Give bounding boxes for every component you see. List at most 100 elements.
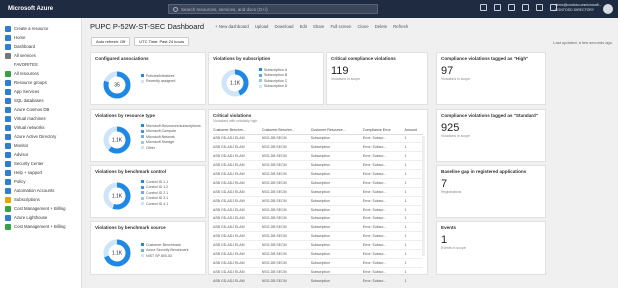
- tile-configured-associations[interactable]: Configured associations 35 Policies/Init…: [90, 52, 206, 105]
- sidebar-item[interactable]: Automation Accounts: [0, 186, 81, 195]
- table-row[interactable]: ASB GD-ADJ ELAM NSG-DB SECM Subscription Er…: [213, 240, 423, 251]
- table-cell: 1: [404, 142, 423, 153]
- scrollbar[interactable]: [422, 136, 425, 256]
- sidebar-item[interactable]: FAVORITES: [0, 60, 81, 69]
- sidebar-item[interactable]: Monitor: [0, 141, 81, 150]
- search-box[interactable]: Search resources, services, and docs (G+…: [168, 4, 378, 14]
- sidebar-item[interactable]: Advisor: [0, 150, 81, 159]
- legend-item: Subscription C: [259, 78, 287, 84]
- sidebar-item[interactable]: Azure Cosmos DB: [0, 105, 81, 114]
- column-header[interactable]: Customer Benchm...: [261, 126, 311, 135]
- table-cell: Subscription: [310, 205, 363, 215]
- sidebar-item[interactable]: All resources: [0, 69, 81, 78]
- sidebar-item[interactable]: Virtual machines: [0, 114, 81, 123]
- sidebar-item[interactable]: All services: [0, 51, 81, 60]
- big-number: 97: [441, 65, 454, 77]
- table-row[interactable]: ASB GD-ADJ ELAM NSG-DB SECM Subscription Er…: [213, 169, 423, 179]
- sidebar-item[interactable]: Help + support: [0, 168, 81, 177]
- table-cell: 1: [404, 214, 423, 224]
- sidebar-item-icon: [5, 133, 11, 140]
- critical-violations-table[interactable]: Critical violations Violations with crit…: [208, 109, 428, 286]
- dashboard-action-button[interactable]: Edit: [300, 24, 307, 29]
- svg-text:1.1K: 1.1K: [112, 138, 123, 144]
- table-row[interactable]: ASB GD-ADJ ELAM NSG-DB SECM Subscription Er…: [213, 151, 423, 162]
- dashboard-action-button[interactable]: + New dashboard: [215, 24, 249, 29]
- table-row[interactable]: ASB GD-ADJ ELAM NSG-DB SECM Subscription Er…: [213, 187, 423, 197]
- table-cell: Subscription: [310, 258, 363, 268]
- table-row[interactable]: ASB GD-ADJ ELAM NSG-DB SECM Subscription Er…: [213, 258, 423, 268]
- sidebar-item[interactable]: Home: [0, 33, 81, 42]
- column-header[interactable]: Amount: [404, 126, 423, 135]
- auto-refresh-chip[interactable]: Auto refresh: Off: [91, 37, 131, 46]
- dashboard-action-button[interactable]: Download: [274, 24, 293, 29]
- bell-icon[interactable]: [508, 4, 515, 11]
- sidebar-item[interactable]: Resource groups: [0, 78, 81, 87]
- table-cell: 1: [404, 276, 423, 286]
- table-row[interactable]: ASB GD-ADJ ELAM NSG-DB SECM Subscription Er…: [213, 142, 423, 153]
- sidebar-item[interactable]: App Services: [0, 87, 81, 96]
- sidebar-item-label: Dashboard: [14, 44, 36, 49]
- cloud-shell-icon[interactable]: [480, 4, 487, 11]
- avatar[interactable]: [603, 4, 613, 14]
- sidebar-item[interactable]: Policy: [0, 177, 81, 186]
- sidebar-item[interactable]: Cost Management + Billing: [0, 204, 81, 213]
- sidebar-item[interactable]: SQL databases: [0, 96, 81, 105]
- table-cell: Error: Subscr...: [362, 160, 405, 171]
- legend-item: Recently assigned: [141, 79, 175, 85]
- search-placeholder: Search resources, services, and docs (G+…: [181, 6, 268, 12]
- dashboard-action-button[interactable]: Delete: [375, 24, 387, 29]
- table-row[interactable]: ASB GD-ADJ ELAM NSG-DB SECM Subscription Er…: [213, 196, 423, 206]
- sidebar-item[interactable]: Subscriptions: [0, 195, 81, 204]
- table-cell: Error: Subscr...: [362, 267, 405, 277]
- column-header[interactable]: Customer Benchm...: [213, 126, 262, 135]
- tile-events[interactable]: Events 1 Events in scope: [436, 221, 546, 275]
- sidebar-item-label: Azure Cosmos DB: [14, 107, 50, 112]
- dashboard-action-button[interactable]: Share: [313, 24, 324, 29]
- sidebar-item[interactable]: Create a resource: [0, 24, 81, 33]
- sidebar-item[interactable]: Azure Lighthouse: [0, 213, 81, 222]
- sidebar-item[interactable]: Virtual networks: [0, 123, 81, 132]
- brand-label[interactable]: Microsoft Azure: [0, 6, 120, 12]
- tile-violations-by-benchmark-control[interactable]: Violations by benchmark control 1.1K Con…: [90, 165, 206, 218]
- table-cell: NSG-DB SECM: [261, 178, 311, 188]
- tile-violations-by-resource-type[interactable]: Violations by resource type 1.1K Microso…: [90, 109, 206, 162]
- table-row[interactable]: ASB GD-ADJ ELAM NSG-DB SECM Subscription Er…: [213, 222, 423, 233]
- table-cell: ASB GD-ADJ ELAM: [213, 134, 262, 144]
- tile-high-violations[interactable]: Compliance violations tagged as "High" 9…: [436, 52, 546, 105]
- table-cell: Subscription: [310, 222, 363, 233]
- table-row[interactable]: ASB GD-ADJ ELAM NSG-DB SECM Subscription Er…: [213, 205, 423, 215]
- table-row[interactable]: ASB GD-ADJ ELAM NSG-DB SECM Subscription Er…: [213, 231, 423, 242]
- dashboard-action-button[interactable]: Full screen: [330, 24, 351, 29]
- column-header[interactable]: Customer Resource...: [310, 126, 363, 135]
- table-row[interactable]: ASB GD-ADJ ELAM NSG-DB SECM Subscription Er…: [213, 178, 423, 188]
- sidebar-item[interactable]: Azure Active Directory: [0, 132, 81, 141]
- tile-violations-by-subscription[interactable]: Violations by subscription 1.1K Subscrip…: [208, 52, 324, 105]
- sidebar-item[interactable]: Cost Management + Billing: [0, 222, 81, 231]
- legend-item: Control ID 1.1: [141, 179, 168, 185]
- user-info[interactable]: demo@contoso.onmicrosoft... CONTOSO DIRE…: [555, 3, 607, 13]
- help-icon[interactable]: [536, 4, 543, 11]
- table-row[interactable]: ASB GD-ADJ ELAM NSG-DB SECM Subscription Er…: [213, 134, 423, 144]
- table-row[interactable]: ASB GD-ADJ ELAM NSG-DB SECM Subscription Er…: [213, 160, 423, 171]
- sidebar-item[interactable]: Security Center: [0, 159, 81, 168]
- gear-icon[interactable]: [522, 4, 529, 11]
- table-row[interactable]: ASB GD-ADJ ELAM NSG-DB SECM Subscription Er…: [213, 276, 423, 286]
- dashboard-action-button[interactable]: Upload: [255, 24, 269, 29]
- time-range-chip[interactable]: UTC Time: Past 24 hours: [134, 37, 190, 46]
- sidebar-item-label: Help + support: [14, 170, 43, 175]
- tile-critical-violations-count[interactable]: Critical compliance violations 119 Viola…: [326, 52, 428, 105]
- tile-violations-by-benchmark-source[interactable]: Violations by benchmark source 1.1K Cust…: [90, 221, 206, 275]
- sidebar-item[interactable]: Dashboard: [0, 42, 81, 51]
- table-row[interactable]: ASB GD-ADJ ELAM NSG-DB SECM Subscription Er…: [213, 267, 423, 277]
- tile-baseline-gap[interactable]: Baseline gap in registered applications …: [436, 165, 546, 218]
- legend-item: Subscription B: [259, 73, 287, 79]
- tile-standard-violations[interactable]: Compliance violations tagged as "Standar…: [436, 109, 546, 162]
- table-row[interactable]: ASB GD-ADJ ELAM NSG-DB SECM Subscription Er…: [213, 214, 423, 224]
- table-row[interactable]: ASB GD-ADJ ELAM NSG-DB SECM Subscription Er…: [213, 249, 423, 259]
- directory-filter-icon[interactable]: [494, 4, 501, 11]
- table-cell: NSG-DB SECM: [261, 258, 311, 268]
- table-cell: Subscription: [310, 240, 363, 251]
- dashboard-action-button[interactable]: Clone: [357, 24, 368, 29]
- dashboard-action-button[interactable]: Refresh: [393, 24, 408, 29]
- column-header[interactable]: Compliance Error: [362, 126, 405, 135]
